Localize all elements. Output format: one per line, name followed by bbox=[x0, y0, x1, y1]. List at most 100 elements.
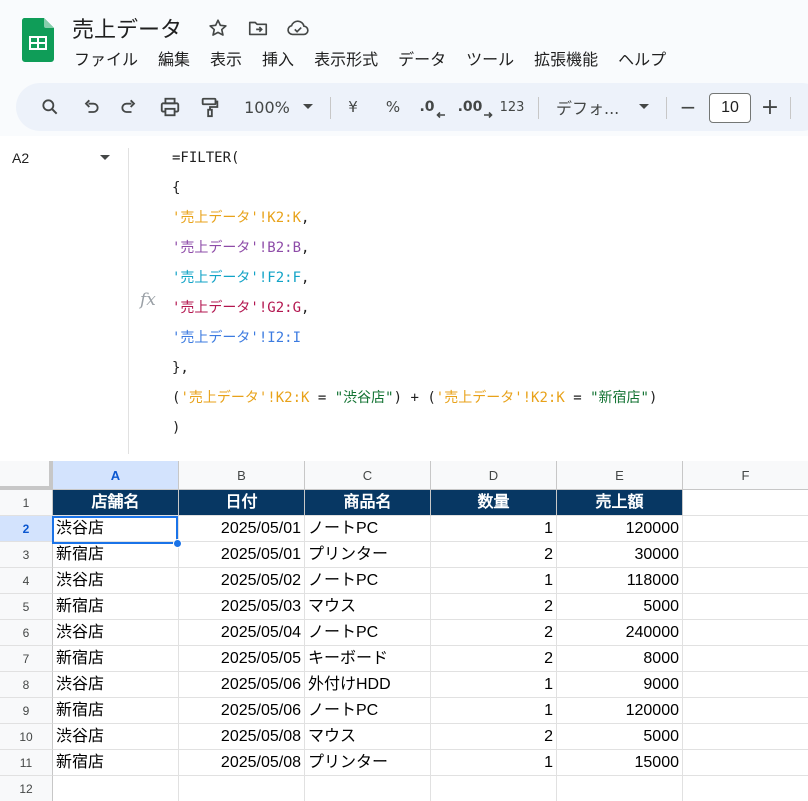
cell-f7[interactable] bbox=[683, 646, 808, 672]
column-header-b[interactable]: B bbox=[179, 461, 305, 490]
cell-e4[interactable]: 118000 bbox=[557, 568, 683, 594]
cell-f6[interactable] bbox=[683, 620, 808, 646]
cell-b10[interactable]: 2025/05/08 bbox=[179, 724, 305, 750]
cell-e10[interactable]: 5000 bbox=[557, 724, 683, 750]
cell-c2[interactable]: ノートPC bbox=[305, 516, 431, 542]
row-header-9[interactable]: 9 bbox=[0, 698, 53, 724]
cell-f10[interactable] bbox=[683, 724, 808, 750]
cell-e1[interactable]: 売上額 bbox=[557, 490, 683, 516]
cell-b9[interactable]: 2025/05/06 bbox=[179, 698, 305, 724]
cell-d4[interactable]: 1 bbox=[431, 568, 557, 594]
move-to-folder-icon[interactable] bbox=[246, 16, 270, 40]
cell-f11[interactable] bbox=[683, 750, 808, 776]
cell-f9[interactable] bbox=[683, 698, 808, 724]
row-header-4[interactable]: 4 bbox=[0, 568, 53, 594]
more-formats-button[interactable]: 123 bbox=[496, 83, 528, 131]
star-icon[interactable] bbox=[206, 16, 230, 40]
cell-a4[interactable]: 渋谷店 bbox=[53, 568, 179, 594]
decrease-font-size-button[interactable]: − bbox=[676, 83, 700, 131]
cell-b11[interactable]: 2025/05/08 bbox=[179, 750, 305, 776]
cell-b1[interactable]: 日付 bbox=[179, 490, 305, 516]
menu-insert[interactable]: 挿入 bbox=[252, 46, 304, 74]
cell-b7[interactable]: 2025/05/05 bbox=[179, 646, 305, 672]
cell-c7[interactable]: キーボード bbox=[305, 646, 431, 672]
cell-c3[interactable]: プリンター bbox=[305, 542, 431, 568]
cell-d9[interactable]: 1 bbox=[431, 698, 557, 724]
cell-e11[interactable]: 15000 bbox=[557, 750, 683, 776]
row-header-11[interactable]: 11 bbox=[0, 750, 53, 776]
cell-c4[interactable]: ノートPC bbox=[305, 568, 431, 594]
column-header-a[interactable]: A bbox=[53, 461, 179, 490]
row-header-12[interactable]: 12 bbox=[0, 776, 53, 801]
cell-d2[interactable]: 1 bbox=[431, 516, 557, 542]
cell-b8[interactable]: 2025/05/06 bbox=[179, 672, 305, 698]
cell-a11[interactable]: 新宿店 bbox=[53, 750, 179, 776]
row-header-5[interactable]: 5 bbox=[0, 594, 53, 620]
cell-a8[interactable]: 渋谷店 bbox=[53, 672, 179, 698]
cell-d6[interactable]: 2 bbox=[431, 620, 557, 646]
cell-a5[interactable]: 新宿店 bbox=[53, 594, 179, 620]
row-header-1[interactable]: 1 bbox=[0, 490, 53, 516]
cell-f8[interactable] bbox=[683, 672, 808, 698]
menu-help[interactable]: ヘルプ bbox=[608, 46, 676, 74]
cell-f3[interactable] bbox=[683, 542, 808, 568]
cell-c9[interactable]: ノートPC bbox=[305, 698, 431, 724]
cell-d8[interactable]: 1 bbox=[431, 672, 557, 698]
cell-e6[interactable]: 240000 bbox=[557, 620, 683, 646]
cell-d7[interactable]: 2 bbox=[431, 646, 557, 672]
row-header-8[interactable]: 8 bbox=[0, 672, 53, 698]
menu-file[interactable]: ファイル bbox=[64, 46, 148, 74]
cell-e12[interactable] bbox=[557, 776, 683, 801]
cell-a12[interactable] bbox=[53, 776, 179, 801]
paint-format-icon[interactable] bbox=[194, 83, 226, 131]
cloud-saved-icon[interactable] bbox=[286, 16, 310, 40]
cell-b3[interactable]: 2025/05/01 bbox=[179, 542, 305, 568]
column-header-d[interactable]: D bbox=[431, 461, 557, 490]
cell-e5[interactable]: 5000 bbox=[557, 594, 683, 620]
cell-b2[interactable]: 2025/05/01 bbox=[179, 516, 305, 542]
cell-f2[interactable] bbox=[683, 516, 808, 542]
cell-e9[interactable]: 120000 bbox=[557, 698, 683, 724]
cell-e8[interactable]: 9000 bbox=[557, 672, 683, 698]
font-size-input[interactable]: 10 bbox=[709, 93, 751, 123]
column-header-f[interactable]: F bbox=[683, 461, 808, 490]
select-all-corner[interactable] bbox=[0, 461, 53, 490]
font-family-select[interactable]: デフォ... bbox=[548, 83, 632, 131]
cell-d11[interactable]: 1 bbox=[431, 750, 557, 776]
zoom-select[interactable]: 100% bbox=[238, 83, 296, 131]
row-header-6[interactable]: 6 bbox=[0, 620, 53, 646]
cell-b5[interactable]: 2025/05/03 bbox=[179, 594, 305, 620]
cell-b6[interactable]: 2025/05/04 bbox=[179, 620, 305, 646]
cell-f12[interactable] bbox=[683, 776, 808, 801]
increase-decimal-button[interactable]: .00 bbox=[456, 83, 496, 131]
cell-a3[interactable]: 新宿店 bbox=[53, 542, 179, 568]
formula-input[interactable]: =FILTER({'売上データ'!K2:K, '売上データ'!B2:B, '売上デー… bbox=[172, 150, 802, 450]
cell-a10[interactable]: 渋谷店 bbox=[53, 724, 179, 750]
search-icon[interactable] bbox=[34, 83, 66, 131]
cell-f4[interactable] bbox=[683, 568, 808, 594]
undo-icon[interactable] bbox=[76, 83, 106, 131]
cell-b12[interactable] bbox=[179, 776, 305, 801]
cell-d1[interactable]: 数量 bbox=[431, 490, 557, 516]
column-header-c[interactable]: C bbox=[305, 461, 431, 490]
row-header-3[interactable]: 3 bbox=[0, 542, 53, 568]
cell-a6[interactable]: 渋谷店 bbox=[53, 620, 179, 646]
cell-a7[interactable]: 新宿店 bbox=[53, 646, 179, 672]
name-box-dropdown-icon[interactable] bbox=[100, 155, 110, 160]
sheets-logo-icon[interactable] bbox=[21, 18, 54, 62]
cell-e3[interactable]: 30000 bbox=[557, 542, 683, 568]
cell-e7[interactable]: 8000 bbox=[557, 646, 683, 672]
cell-d12[interactable] bbox=[431, 776, 557, 801]
currency-format-button[interactable]: ¥ bbox=[340, 83, 366, 131]
font-dropdown-icon[interactable] bbox=[634, 83, 654, 131]
decrease-decimal-button[interactable]: .0 bbox=[416, 83, 450, 131]
percent-format-button[interactable]: % bbox=[378, 83, 408, 131]
cell-e2[interactable]: 120000 bbox=[557, 516, 683, 542]
cell-c11[interactable]: プリンター bbox=[305, 750, 431, 776]
cell-c10[interactable]: マウス bbox=[305, 724, 431, 750]
cell-c12[interactable] bbox=[305, 776, 431, 801]
menu-view[interactable]: 表示 bbox=[200, 46, 252, 74]
cell-d3[interactable]: 2 bbox=[431, 542, 557, 568]
menu-edit[interactable]: 編集 bbox=[148, 46, 200, 74]
name-box[interactable]: A2 bbox=[12, 150, 29, 166]
